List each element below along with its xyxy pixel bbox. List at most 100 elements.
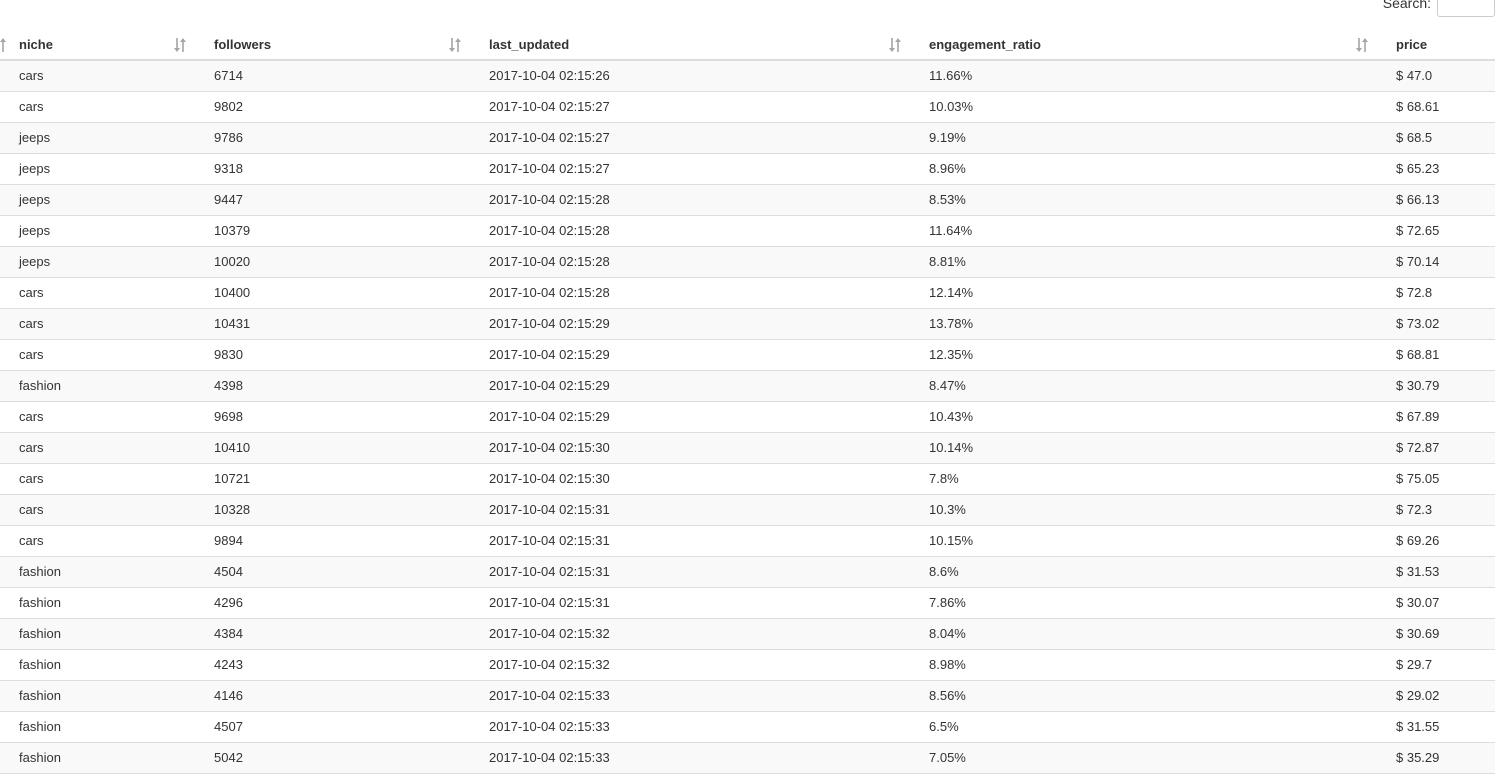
table-row: fashion 4296 2017-10-04 02:15:31 7.86% $ 30.… xyxy=(0,587,1495,619)
data-table: niche followers last_updated engagement_… xyxy=(0,30,1495,774)
cell-niche: cars xyxy=(0,432,196,464)
table-row: cars 10410 2017-10-04 02:15:30 10.14% $ 72.8… xyxy=(0,432,1495,464)
cell-price: $ 68.5 xyxy=(1378,122,1495,154)
cell-followers: 4296 xyxy=(196,587,471,619)
cell-niche: cars xyxy=(0,91,196,123)
cell-engagement-ratio: 8.96% xyxy=(911,153,1378,185)
cell-niche: fashion xyxy=(0,556,196,588)
cell-niche: jeeps xyxy=(0,184,196,216)
cell-niche: cars xyxy=(0,308,196,340)
cell-engagement-ratio: 7.05% xyxy=(911,742,1378,774)
table-row: cars 10721 2017-10-04 02:15:30 7.8% $ 75.05 xyxy=(0,463,1495,495)
cell-engagement-ratio: 10.43% xyxy=(911,401,1378,433)
cell-niche: cars xyxy=(0,60,196,92)
cell-price: $ 68.81 xyxy=(1378,339,1495,371)
cell-engagement-ratio: 8.47% xyxy=(911,370,1378,402)
sort-both-icon xyxy=(174,38,186,52)
cell-engagement-ratio: 7.86% xyxy=(911,587,1378,619)
cell-followers: 10328 xyxy=(196,494,471,526)
cell-niche: cars xyxy=(0,401,196,433)
cell-engagement-ratio: 10.14% xyxy=(911,432,1378,464)
cell-niche: fashion xyxy=(0,587,196,619)
sort-both-icon xyxy=(1356,38,1368,52)
cell-followers: 10410 xyxy=(196,432,471,464)
cell-last-updated: 2017-10-04 02:15:32 xyxy=(471,618,911,650)
table-body: cars 6714 2017-10-04 02:15:26 11.66% $ 47.0 c… xyxy=(0,60,1495,774)
table-row: fashion 4504 2017-10-04 02:15:31 8.6% $ 31.5… xyxy=(0,556,1495,588)
cell-niche: cars xyxy=(0,494,196,526)
cell-last-updated: 2017-10-04 02:15:27 xyxy=(471,91,911,123)
cell-engagement-ratio: 10.03% xyxy=(911,91,1378,123)
cell-engagement-ratio: 12.14% xyxy=(911,277,1378,309)
table-row: cars 9830 2017-10-04 02:15:29 12.35% $ 68.81 xyxy=(0,339,1495,371)
cell-niche: fashion xyxy=(0,742,196,774)
cell-niche: jeeps xyxy=(0,153,196,185)
cell-last-updated: 2017-10-04 02:15:31 xyxy=(471,494,911,526)
column-header-price[interactable]: price xyxy=(1378,30,1495,61)
column-header-niche[interactable]: niche xyxy=(0,30,196,61)
table-row: fashion 4146 2017-10-04 02:15:33 8.56% $ 29.… xyxy=(0,680,1495,712)
cell-followers: 9786 xyxy=(196,122,471,154)
cell-price: $ 65.23 xyxy=(1378,153,1495,185)
cell-followers: 9830 xyxy=(196,339,471,371)
cell-engagement-ratio: 8.81% xyxy=(911,246,1378,278)
cell-price: $ 73.02 xyxy=(1378,308,1495,340)
cell-last-updated: 2017-10-04 02:15:31 xyxy=(471,556,911,588)
cell-last-updated: 2017-10-04 02:15:28 xyxy=(471,277,911,309)
sort-both-icon xyxy=(449,38,461,52)
cell-last-updated: 2017-10-04 02:15:27 xyxy=(471,153,911,185)
sort-ascending-icon xyxy=(0,38,6,52)
cell-followers: 4384 xyxy=(196,618,471,650)
cell-last-updated: 2017-10-04 02:15:29 xyxy=(471,308,911,340)
header-row: niche followers last_updated engagement_… xyxy=(0,30,1495,61)
column-header-label: followers xyxy=(214,37,272,52)
cell-engagement-ratio: 8.6% xyxy=(911,556,1378,588)
cell-niche: jeeps xyxy=(0,122,196,154)
cell-niche: cars xyxy=(0,339,196,371)
cell-followers: 6714 xyxy=(196,60,471,92)
cell-price: $ 72.3 xyxy=(1378,494,1495,526)
cell-price: $ 67.89 xyxy=(1378,401,1495,433)
cell-price: $ 29.02 xyxy=(1378,680,1495,712)
search-input[interactable] xyxy=(1437,0,1495,17)
cell-last-updated: 2017-10-04 02:15:33 xyxy=(471,680,911,712)
cell-last-updated: 2017-10-04 02:15:29 xyxy=(471,401,911,433)
cell-price: $ 72.65 xyxy=(1378,215,1495,247)
column-header-label: price xyxy=(1396,37,1428,52)
table-row: cars 9698 2017-10-04 02:15:29 10.43% $ 67.89 xyxy=(0,401,1495,433)
cell-followers: 4507 xyxy=(196,711,471,743)
cell-price: $ 30.69 xyxy=(1378,618,1495,650)
table-row: cars 9894 2017-10-04 02:15:31 10.15% $ 69.26 xyxy=(0,525,1495,557)
cell-followers: 9698 xyxy=(196,401,471,433)
cell-last-updated: 2017-10-04 02:15:27 xyxy=(471,122,911,154)
cell-last-updated: 2017-10-04 02:15:33 xyxy=(471,742,911,774)
column-header-last-updated[interactable]: last_updated xyxy=(471,30,911,61)
column-header-followers[interactable]: followers xyxy=(196,30,471,61)
table-row: jeeps 10020 2017-10-04 02:15:28 8.81% $ 70.1… xyxy=(0,246,1495,278)
cell-niche: fashion xyxy=(0,618,196,650)
cell-price: $ 72.8 xyxy=(1378,277,1495,309)
cell-last-updated: 2017-10-04 02:15:31 xyxy=(471,525,911,557)
cell-last-updated: 2017-10-04 02:15:33 xyxy=(471,711,911,743)
column-header-engagement-ratio[interactable]: engagement_ratio xyxy=(911,30,1378,61)
cell-engagement-ratio: 13.78% xyxy=(911,308,1378,340)
cell-last-updated: 2017-10-04 02:15:28 xyxy=(471,184,911,216)
sort-both-icon xyxy=(889,38,901,52)
cell-engagement-ratio: 10.3% xyxy=(911,494,1378,526)
cell-last-updated: 2017-10-04 02:15:29 xyxy=(471,370,911,402)
cell-price: $ 47.0 xyxy=(1378,60,1495,92)
cell-followers: 10400 xyxy=(196,277,471,309)
cell-niche: jeeps xyxy=(0,246,196,278)
cell-followers: 10721 xyxy=(196,463,471,495)
cell-last-updated: 2017-10-04 02:15:26 xyxy=(471,60,911,92)
cell-followers: 10020 xyxy=(196,246,471,278)
cell-followers: 5042 xyxy=(196,742,471,774)
cell-last-updated: 2017-10-04 02:15:30 xyxy=(471,463,911,495)
cell-niche: fashion xyxy=(0,711,196,743)
cell-followers: 10431 xyxy=(196,308,471,340)
cell-last-updated: 2017-10-04 02:15:28 xyxy=(471,215,911,247)
cell-followers: 9318 xyxy=(196,153,471,185)
cell-price: $ 31.55 xyxy=(1378,711,1495,743)
cell-engagement-ratio: 8.53% xyxy=(911,184,1378,216)
table-row: fashion 5042 2017-10-04 02:15:33 7.05% $ 35.… xyxy=(0,742,1495,774)
